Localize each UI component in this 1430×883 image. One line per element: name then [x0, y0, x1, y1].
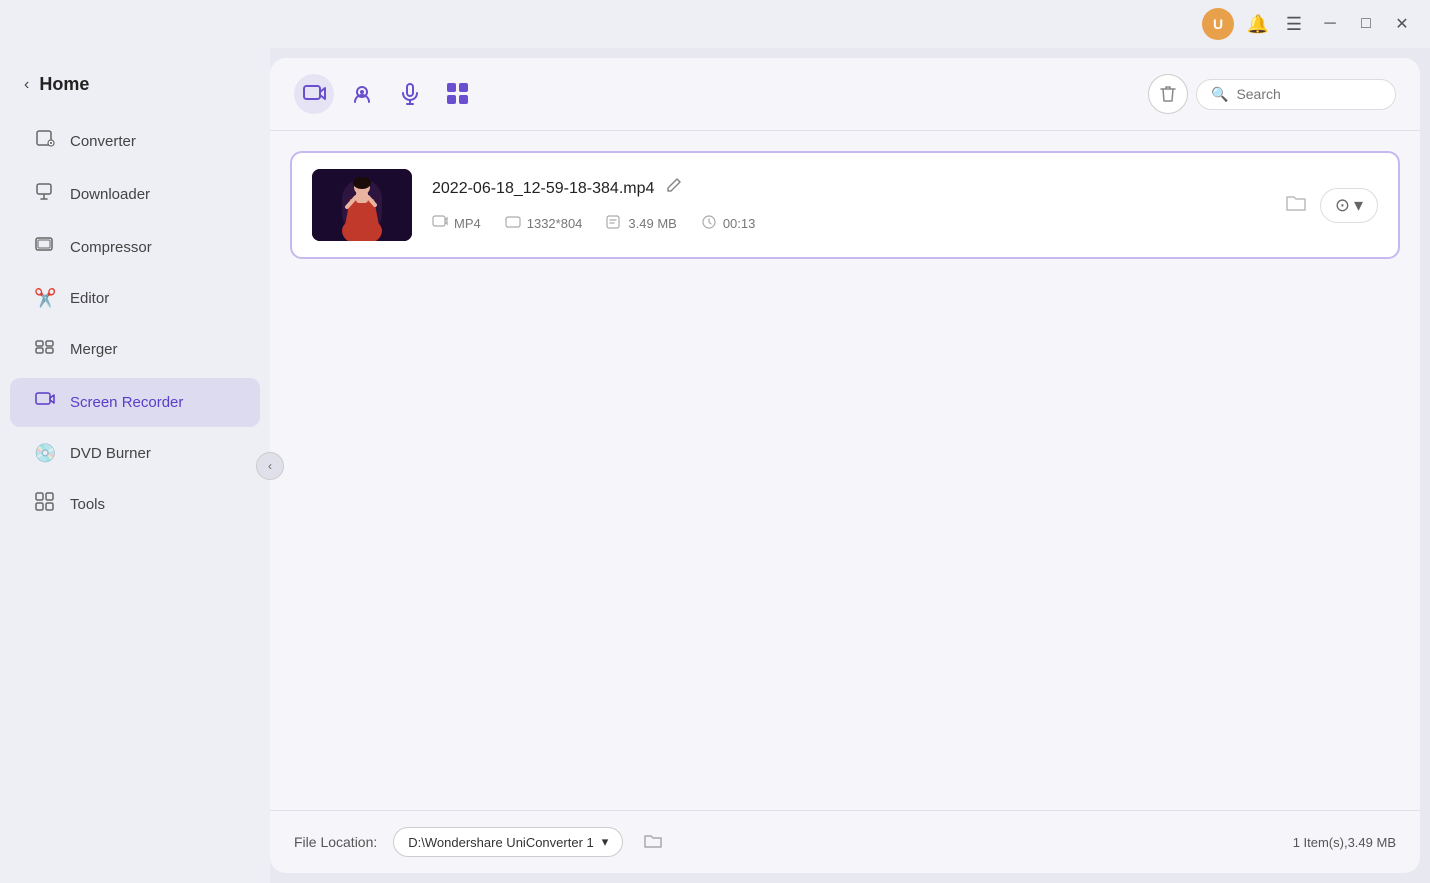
maximize-button[interactable]: □ — [1354, 12, 1378, 36]
sidebar-item-screen-recorder[interactable]: Screen Recorder — [10, 378, 260, 427]
more-options-button[interactable]: ⊙ ▾ — [1320, 188, 1378, 223]
format-value: MP4 — [454, 216, 481, 231]
sidebar-item-tools[interactable]: Tools — [10, 480, 260, 529]
item-count: 1 Item(s),3.49 MB — [1293, 835, 1396, 850]
titlebar: U 🔔 ☰ ─ □ ✕ — [0, 0, 1430, 48]
resolution-icon — [505, 214, 521, 233]
resolution-value: 1332*804 — [527, 216, 583, 231]
browse-folder-icon[interactable] — [643, 830, 663, 855]
table-row: 2022-06-18_12-59-18-384.mp4 — [290, 151, 1400, 259]
sidebar-item-downloader[interactable]: Downloader — [10, 170, 260, 219]
merger-label: Merger — [70, 341, 118, 358]
file-name: 2022-06-18_12-59-18-384.mp4 — [432, 180, 654, 198]
sidebar-home[interactable]: ‹ Home — [0, 64, 270, 115]
toolbar: 🔍 — [270, 58, 1420, 131]
compressor-icon — [34, 235, 56, 260]
edit-icon[interactable] — [664, 177, 682, 200]
sidebar-item-converter[interactable]: Converter — [10, 117, 260, 166]
size-value: 3.49 MB — [628, 216, 676, 231]
delete-button[interactable] — [1148, 74, 1188, 114]
duration-icon — [701, 214, 717, 233]
screen-recorder-icon — [34, 390, 56, 415]
converter-label: Converter — [70, 133, 136, 150]
snapshots-button[interactable] — [438, 74, 478, 114]
chevron-down-icon: ▾ — [1354, 195, 1363, 216]
user-avatar[interactable]: U — [1202, 8, 1234, 40]
main-content: 🔍 — [270, 58, 1420, 873]
downloader-icon — [34, 182, 56, 207]
size-meta: 3.49 MB — [606, 214, 676, 233]
home-label: Home — [39, 74, 89, 95]
screen-recorder-label: Screen Recorder — [70, 394, 183, 411]
chevron-down-icon: ▾ — [602, 834, 609, 850]
sidebar-collapse-button[interactable]: ‹ — [256, 452, 284, 480]
file-actions: ⊙ ▾ — [1284, 188, 1378, 223]
tools-icon — [34, 492, 56, 517]
close-button[interactable]: ✕ — [1390, 12, 1414, 36]
file-thumbnail — [312, 169, 412, 241]
duration-meta: 00:13 — [701, 214, 756, 233]
bell-icon[interactable]: 🔔 — [1246, 12, 1270, 36]
screen-record-button[interactable] — [294, 74, 334, 114]
dvd-burner-label: DVD Burner — [70, 445, 151, 462]
editor-label: Editor — [70, 290, 109, 307]
thumbnail-image — [312, 169, 412, 241]
duration-value: 00:13 — [723, 216, 756, 231]
sidebar-item-merger[interactable]: Merger — [10, 325, 260, 374]
open-folder-icon[interactable] — [1284, 190, 1308, 220]
audio-button[interactable] — [390, 74, 430, 114]
file-name-row: 2022-06-18_12-59-18-384.mp4 — [432, 177, 1264, 200]
sidebar-item-editor[interactable]: ✂️ Editor — [10, 276, 260, 321]
menu-icon[interactable]: ☰ — [1282, 12, 1306, 36]
app-body: ‹ Home Converter Downloader — [0, 48, 1430, 883]
converter-icon — [34, 129, 56, 154]
file-info: 2022-06-18_12-59-18-384.mp4 — [432, 177, 1264, 233]
minimize-button[interactable]: ─ — [1318, 12, 1342, 36]
search-icon: 🔍 — [1211, 86, 1228, 103]
back-arrow-icon: ‹ — [24, 76, 29, 94]
search-input[interactable] — [1236, 86, 1376, 102]
file-location-path: D:\Wondershare UniConverter 1 — [408, 835, 593, 850]
file-location-select[interactable]: D:\Wondershare UniConverter 1 ▾ — [393, 827, 623, 857]
compressor-label: Compressor — [70, 239, 152, 256]
sidebar-item-dvd-burner[interactable]: 💿 DVD Burner — [10, 431, 260, 476]
file-location-label: File Location: — [294, 834, 377, 850]
size-icon — [606, 214, 622, 233]
file-meta: MP4 1332*804 — [432, 214, 1264, 233]
webcam-button[interactable] — [342, 74, 382, 114]
dvd-burner-icon: 💿 — [34, 443, 56, 464]
downloader-label: Downloader — [70, 186, 150, 203]
search-box: 🔍 — [1196, 79, 1396, 110]
tools-label: Tools — [70, 496, 105, 513]
format-icon — [432, 214, 448, 233]
resolution-meta: 1332*804 — [505, 214, 583, 233]
file-area: 2022-06-18_12-59-18-384.mp4 — [270, 131, 1420, 810]
format-meta: MP4 — [432, 214, 481, 233]
merger-icon — [34, 337, 56, 362]
footer: File Location: D:\Wondershare UniConvert… — [270, 810, 1420, 873]
sidebar-item-compressor[interactable]: Compressor — [10, 223, 260, 272]
more-icon: ⊙ — [1335, 195, 1350, 216]
editor-icon: ✂️ — [34, 288, 56, 309]
sidebar: ‹ Home Converter Downloader — [0, 48, 270, 883]
